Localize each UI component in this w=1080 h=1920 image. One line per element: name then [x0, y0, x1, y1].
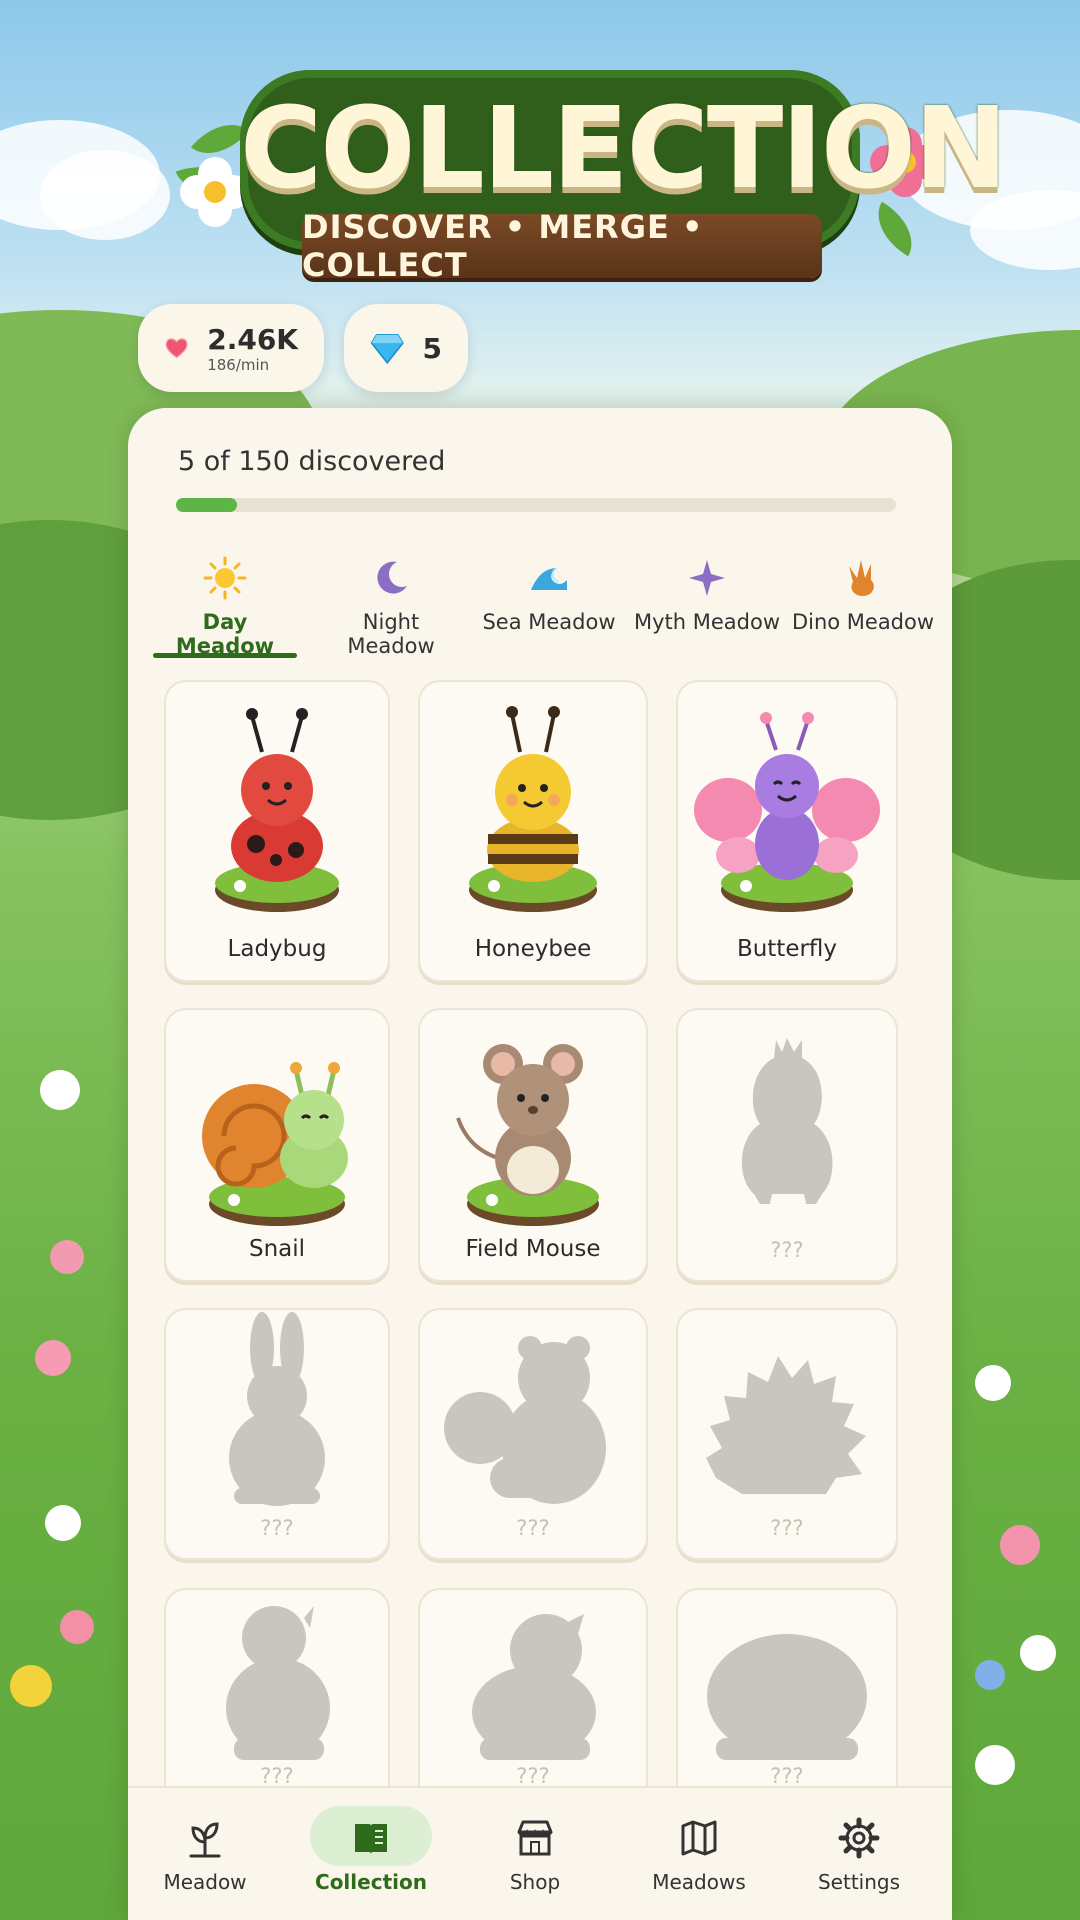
bird-silhouette-icon — [472, 1614, 596, 1760]
creature-card-honeybee[interactable]: Honeybee — [418, 680, 648, 982]
creature-name: ??? — [516, 1516, 550, 1540]
creature-name: Field Mouse — [465, 1236, 601, 1262]
hedgehog-silhouette-icon — [706, 1356, 866, 1494]
nav-settings[interactable]: Settings — [794, 1798, 924, 1908]
tab-sea-meadow[interactable]: Sea Meadow — [474, 548, 624, 648]
subtitle-sign: DISCOVER • MERGE • COLLECT — [302, 208, 822, 284]
field-mouse-icon — [456, 1044, 599, 1226]
creature-name: Butterfly — [736, 936, 838, 962]
creature-name: ??? — [770, 1238, 804, 1262]
collection-panel: 5 of 150 discovered Day Meadow Night Mea… — [128, 408, 952, 1920]
creature-card-locked[interactable]: ??? — [418, 1588, 648, 1808]
subtitle: DISCOVER • MERGE • COLLECT — [302, 208, 704, 284]
wave-icon — [531, 567, 567, 590]
chick-silhouette-icon — [741, 1038, 833, 1204]
tab-label: Sea Meadow — [482, 610, 616, 634]
sprout-icon — [189, 1822, 221, 1858]
map-icon — [681, 1820, 717, 1856]
tab-myth-meadow[interactable]: Myth Meadow — [632, 548, 782, 648]
bottom-nav: Meadow Collection Shop Meadows Settings — [128, 1786, 952, 1920]
creature-name: ??? — [260, 1764, 294, 1788]
mole-silhouette-icon — [707, 1634, 867, 1760]
diamond-icon — [370, 334, 404, 365]
creature-card-locked[interactable]: ??? — [164, 1588, 390, 1808]
shop-icon — [517, 1820, 553, 1856]
nav-meadows[interactable]: Meadows — [634, 1798, 764, 1908]
footprint-icon — [849, 560, 874, 596]
creature-card-locked[interactable]: ??? — [676, 1588, 898, 1808]
creature-card-locked[interactable]: ??? — [676, 1008, 898, 1282]
creature-card-locked[interactable]: ??? — [164, 1308, 390, 1560]
gems-amount: 5 — [422, 331, 442, 365]
meadow-tabs: Day Meadow Night Meadow Sea Meadow Myth … — [148, 548, 938, 658]
tab-night-meadow[interactable]: Night Meadow — [316, 548, 466, 658]
creature-name: Snail — [248, 1236, 306, 1262]
creature-card-snail[interactable]: Snail — [164, 1008, 390, 1282]
heart-icon — [165, 338, 188, 359]
hearts-counter[interactable]: 2.46K 186/min — [138, 304, 324, 392]
nav-label: Settings — [817, 1870, 901, 1894]
nav-label: Meadows — [652, 1870, 746, 1894]
sparkle-icon — [689, 560, 725, 596]
active-tab-indicator — [153, 653, 297, 658]
nav-label: Collection — [315, 1870, 427, 1894]
creature-name: Ladybug — [227, 936, 327, 962]
butterfly-icon — [694, 712, 880, 912]
nav-collection[interactable]: Collection — [306, 1798, 436, 1908]
book-icon — [355, 1824, 387, 1854]
rabbit-silhouette-icon — [229, 1312, 325, 1506]
progress-label: 5 of 150 discovered — [178, 446, 446, 477]
creature-name: ??? — [260, 1516, 294, 1540]
snail-icon — [202, 1062, 348, 1226]
ladybug-icon — [215, 708, 339, 912]
tab-label: Dino Meadow — [791, 610, 935, 634]
honeybee-icon — [469, 706, 597, 912]
tab-label: Myth Meadow — [633, 610, 781, 634]
tab-label: Day Meadow — [175, 610, 275, 658]
squirrel-silhouette-icon — [444, 1336, 606, 1504]
progress-fill — [176, 498, 238, 512]
nav-meadow[interactable]: Meadow — [140, 1798, 270, 1908]
progress-bar — [176, 498, 896, 512]
hearts-amount: 2.46K — [207, 322, 298, 356]
page-title: COLLECTION — [240, 84, 1008, 214]
creature-card-locked[interactable]: ??? — [676, 1308, 898, 1560]
gems-counter[interactable]: 5 — [344, 304, 468, 392]
tab-day-meadow[interactable]: Day Meadow — [150, 548, 300, 658]
moon-icon — [377, 561, 407, 594]
creature-name: ??? — [770, 1764, 804, 1788]
hearts-rate: 186/min — [207, 355, 270, 374]
creature-card-ladybug[interactable]: Ladybug — [164, 680, 390, 982]
nav-shop[interactable]: Shop — [470, 1798, 600, 1908]
nav-label: Shop — [509, 1870, 561, 1894]
gear-icon — [838, 1817, 880, 1859]
title-banner: COLLECTION DISCOVER • MERGE • COLLECT — [150, 62, 1008, 292]
tab-label: Night Meadow — [347, 610, 435, 658]
creature-name: ??? — [770, 1516, 804, 1540]
duckling-silhouette-icon — [226, 1606, 330, 1760]
nav-label: Meadow — [163, 1870, 247, 1894]
sun-icon — [203, 556, 247, 600]
creature-name: ??? — [516, 1764, 550, 1788]
creature-card-locked[interactable]: ??? — [418, 1308, 648, 1560]
creature-name: Honeybee — [474, 936, 592, 962]
creature-card-butterfly[interactable]: Butterfly — [676, 680, 898, 982]
creature-card-field-mouse[interactable]: Field Mouse — [418, 1008, 648, 1282]
tab-dino-meadow[interactable]: Dino Meadow — [788, 548, 938, 648]
